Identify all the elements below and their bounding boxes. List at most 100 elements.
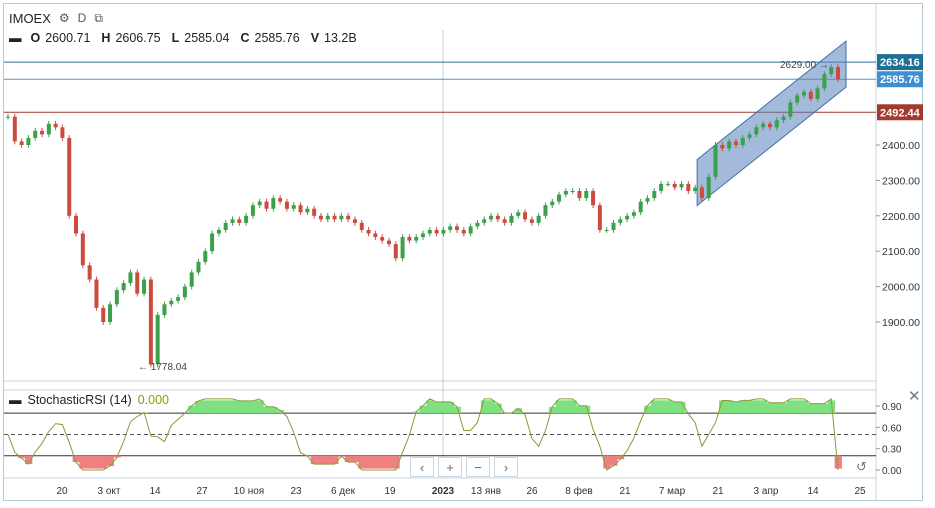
candle-body <box>740 137 745 145</box>
candle-body <box>461 229 466 234</box>
oversold-fill <box>106 455 114 467</box>
candle-body <box>284 201 289 209</box>
candle-body <box>665 183 670 185</box>
candle-body <box>312 208 317 216</box>
overbought-fill <box>671 401 679 414</box>
candle-body <box>366 229 371 234</box>
scroll-right-icon[interactable]: › <box>494 457 518 477</box>
x-tick-label: 25 <box>854 486 866 497</box>
overbought-fill <box>562 400 570 414</box>
oversold-fill <box>86 455 94 469</box>
overbought-fill <box>725 400 734 414</box>
oversold-fill <box>351 455 359 463</box>
overbought-fill <box>426 400 434 414</box>
overbought-fill <box>800 400 808 414</box>
oscillator-tick-label: 0.30 <box>882 445 902 456</box>
overbought-fill <box>222 400 230 414</box>
y-tick-label: 2200.00 <box>882 211 920 223</box>
x-tick-label: 13 янв <box>471 486 501 497</box>
candle-body <box>325 215 330 220</box>
overbought-fill <box>215 400 223 414</box>
candle-body <box>210 233 215 252</box>
overbought-fill <box>814 403 822 414</box>
oscillator-title: StochasticRSI (14) <box>27 393 132 407</box>
price-badge-label: 2634.16 <box>880 57 920 69</box>
overbought-fill <box>576 405 584 414</box>
chart-nav: ‹ + − › <box>410 457 518 477</box>
overbought-fill <box>644 405 652 414</box>
candle-body <box>774 120 779 128</box>
main-chart-svg[interactable]: 2400.00 2300.00 2200.00 2100.00 2000.00 1900.… <box>0 0 935 508</box>
candle-body <box>563 191 568 195</box>
collapse-icon[interactable]: ▬ <box>9 393 22 407</box>
oversold-fill <box>378 455 387 469</box>
overbought-fill <box>739 400 747 414</box>
price-badge-label: 2585.76 <box>880 74 920 86</box>
close-icon[interactable]: ✕ <box>908 387 921 405</box>
scroll-left-icon[interactable]: ‹ <box>410 457 434 477</box>
candle-body <box>74 215 79 234</box>
overbought-fill <box>242 400 251 414</box>
overbought-fill <box>201 400 210 414</box>
candle-body <box>829 67 834 75</box>
candle-body <box>257 201 262 206</box>
candle-body <box>543 205 548 216</box>
oversold-fill <box>93 455 101 469</box>
candle-body <box>672 183 677 188</box>
candle-body <box>19 141 24 145</box>
candle-body <box>754 127 759 135</box>
low-annotation: ← 1778.04 <box>138 362 187 373</box>
candle-body <box>169 300 174 305</box>
candle-body <box>577 191 582 199</box>
oscillator-tick-label: 0.90 <box>882 402 902 413</box>
candle-body <box>808 91 813 99</box>
x-tick-label: 23 <box>290 486 302 497</box>
candle-body <box>475 222 480 227</box>
candle-body <box>108 304 113 322</box>
candle-body <box>597 205 602 230</box>
oversold-fill <box>310 455 319 465</box>
candle-body <box>523 212 528 220</box>
candle-body <box>441 229 446 234</box>
candle-body <box>489 215 494 220</box>
overbought-fill <box>249 400 257 414</box>
oversold-fill <box>371 455 380 469</box>
candle-body <box>12 116 17 142</box>
candle-body <box>448 226 453 230</box>
x-tick-label: 27 <box>196 486 208 497</box>
overbought-fill <box>752 400 761 414</box>
zoom-out-icon[interactable]: − <box>466 457 490 477</box>
candle-body <box>455 226 460 230</box>
candle-body <box>264 201 269 209</box>
x-tick-label: 21 <box>712 486 724 497</box>
candle-body <box>686 183 691 192</box>
overbought-fill <box>487 400 495 414</box>
zoom-in-icon[interactable]: + <box>438 457 462 477</box>
candle-body <box>781 116 786 121</box>
oversold-fill <box>317 455 325 465</box>
overbought-fill <box>440 401 448 414</box>
candle-body <box>298 205 303 213</box>
candle-body <box>625 215 630 220</box>
candle-body <box>332 215 337 220</box>
oscillator-legend: ▬ StochasticRSI (14) 0.000 <box>9 393 169 407</box>
x-tick-label: 3 окт <box>98 486 121 497</box>
candle-body <box>176 297 181 301</box>
overbought-fill <box>766 402 774 414</box>
overbought-fill <box>433 401 441 414</box>
reset-icon[interactable]: ↺ <box>856 459 867 475</box>
x-tick-label: 19 <box>384 486 396 497</box>
candle-body <box>652 191 657 199</box>
candle-body <box>699 187 704 199</box>
candle-body <box>40 130 45 135</box>
candle-body <box>516 212 521 216</box>
overbought-fill <box>188 405 196 414</box>
candle-body <box>359 222 364 230</box>
candle-body <box>87 265 92 280</box>
candle-body <box>352 219 357 223</box>
y-tick-label: 1900.00 <box>882 317 920 329</box>
x-tick-label: 26 <box>526 486 538 497</box>
y-tick-label: 2100.00 <box>882 246 920 258</box>
candle-body <box>421 233 425 238</box>
candle-body <box>373 233 378 238</box>
